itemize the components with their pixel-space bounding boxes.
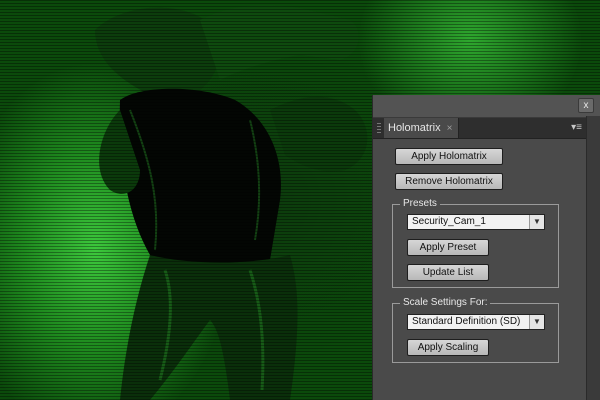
scale-select[interactable]: Standard Definition (SD) ▼ bbox=[407, 314, 545, 330]
preset-select-value: Security_Cam_1 bbox=[412, 216, 486, 227]
tab-holomatrix[interactable]: Holomatrix × bbox=[384, 118, 460, 138]
preset-select[interactable]: Security_Cam_1 ▼ bbox=[407, 214, 545, 230]
update-list-button[interactable]: Update List bbox=[407, 264, 489, 281]
remove-holomatrix-button[interactable]: Remove Holomatrix bbox=[395, 173, 503, 190]
drag-grip-icon[interactable] bbox=[377, 123, 381, 133]
apply-holomatrix-button[interactable]: Apply Holomatrix bbox=[395, 148, 503, 165]
holomatrix-panel: x Holomatrix × ▾≡ Apply Holomatrix Remov… bbox=[372, 95, 600, 400]
panel-titlebar: x bbox=[373, 95, 600, 118]
panel-menu-icon[interactable]: ▾≡ bbox=[571, 123, 582, 133]
chevron-down-icon[interactable]: ▼ bbox=[529, 215, 544, 229]
chevron-down-icon[interactable]: ▼ bbox=[529, 315, 544, 329]
presets-legend: Presets bbox=[400, 198, 440, 210]
tab-close-icon[interactable]: × bbox=[447, 123, 453, 134]
tab-label: Holomatrix bbox=[388, 122, 441, 134]
close-icon[interactable]: x bbox=[578, 98, 594, 113]
panel-tabbar: Holomatrix × ▾≡ bbox=[373, 118, 600, 139]
apply-scaling-button[interactable]: Apply Scaling bbox=[407, 339, 489, 356]
presets-group: Presets Security_Cam_1 ▼ Apply Preset Up… bbox=[392, 198, 559, 288]
apply-preset-button[interactable]: Apply Preset bbox=[407, 239, 489, 256]
scrollbar[interactable] bbox=[586, 116, 600, 400]
scale-settings-group: Scale Settings For: Standard Definition … bbox=[392, 297, 559, 363]
scale-select-value: Standard Definition (SD) bbox=[412, 316, 521, 327]
scale-settings-legend: Scale Settings For: bbox=[400, 297, 491, 309]
